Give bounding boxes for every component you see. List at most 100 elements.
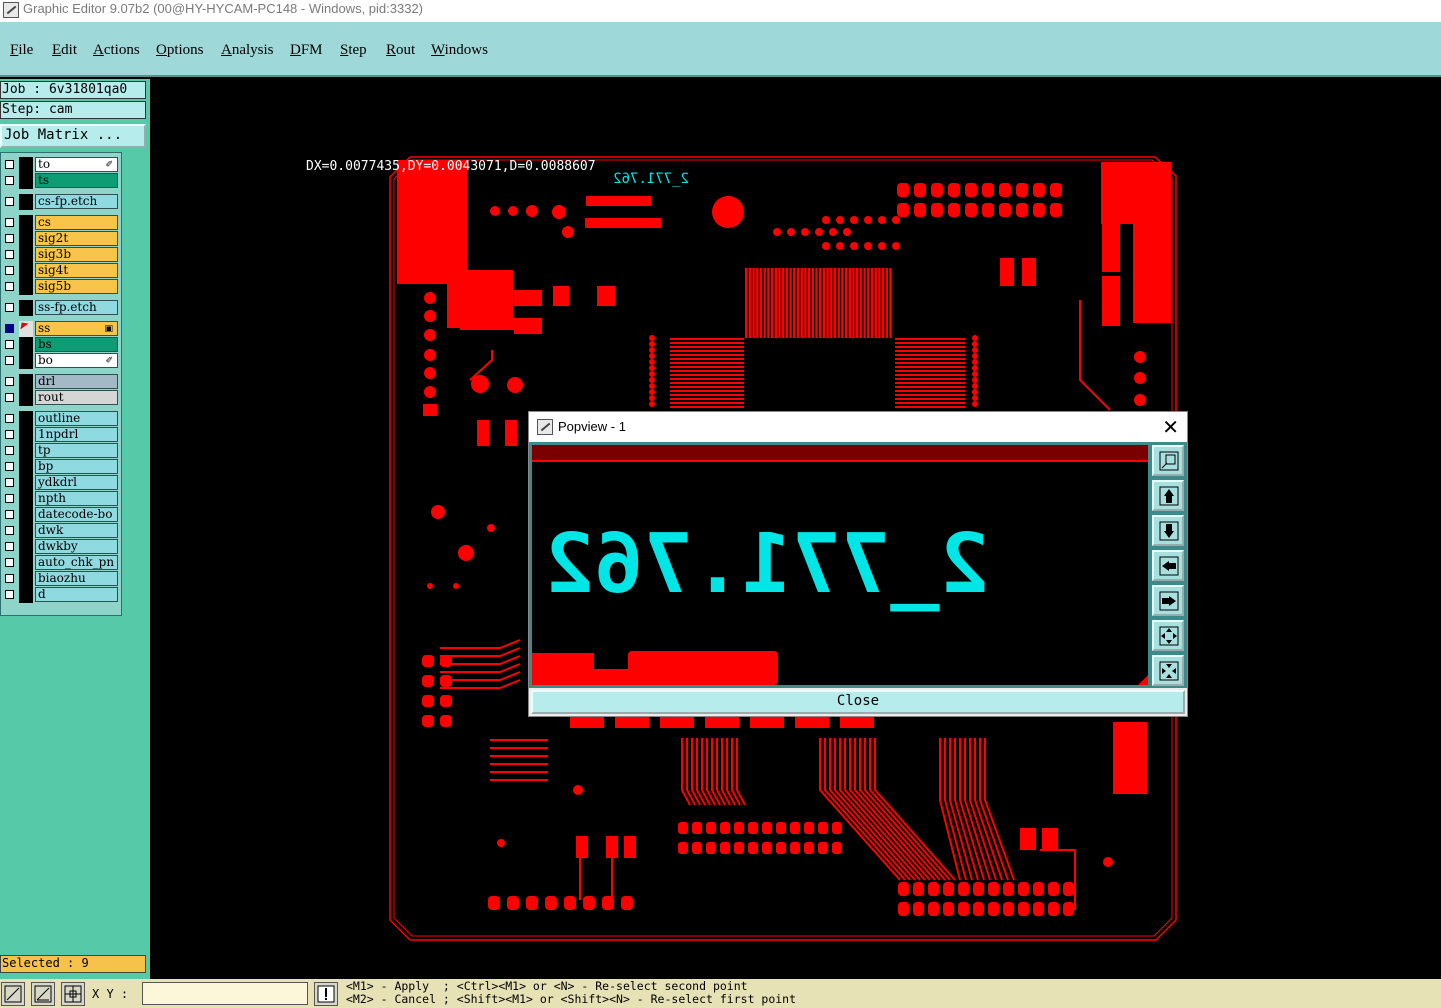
popview-close-button[interactable]: Close [531, 690, 1185, 714]
layer-name[interactable]: dwk [35, 523, 118, 538]
menu-analysis[interactable]: Analysis [221, 42, 274, 59]
layer-checkbox[interactable] [5, 414, 14, 423]
layer-display-toggle[interactable] [19, 523, 33, 539]
layer-name[interactable]: biaozhu [35, 571, 118, 586]
layer-row-cs-fp.etch[interactable]: cs-fp.etch [1, 194, 121, 210]
close-icon[interactable]: ✕ [1162, 415, 1179, 440]
layer-checkbox[interactable] [5, 430, 14, 439]
layer-display-toggle[interactable] [19, 353, 33, 369]
select-mode-button[interactable] [1, 982, 25, 1006]
layer-name[interactable]: auto_chk_pn [35, 555, 118, 570]
layer-checkbox[interactable] [5, 590, 14, 599]
layer-row-rout[interactable]: rout [1, 390, 121, 406]
layer-name[interactable]: ydkdrl [35, 475, 118, 490]
grid-button[interactable] [61, 982, 85, 1006]
layer-row-dwk[interactable]: dwk [1, 523, 121, 539]
layer-display-toggle[interactable] [19, 157, 33, 173]
layer-checkbox[interactable] [5, 160, 14, 169]
layer-row-1npdrl[interactable]: 1npdrl [1, 427, 121, 443]
layer-checkbox[interactable] [5, 282, 14, 291]
layer-row-npth[interactable]: npth [1, 491, 121, 507]
layer-name[interactable]: ts [35, 173, 118, 188]
menu-rout[interactable]: Rout [386, 42, 415, 59]
layer-checkbox[interactable] [5, 446, 14, 455]
layer-name[interactable]: sig3b [35, 247, 118, 262]
popview-titlebar[interactable]: Popview - 1 ✕ [529, 412, 1187, 442]
layer-display-toggle[interactable] [19, 475, 33, 491]
layer-row-datecode-bo[interactable]: datecode-bo [1, 507, 121, 523]
layer-row-to[interactable]: to ✐ [1, 157, 121, 173]
layer-row-bo[interactable]: bo ✐ [1, 353, 121, 369]
popview-viewport[interactable]: 2_771.762 [532, 445, 1148, 685]
menu-step[interactable]: Step [340, 42, 367, 59]
layer-row-cs[interactable]: cs [1, 215, 121, 231]
xy-input[interactable] [142, 982, 308, 1005]
layer-row-biaozhu[interactable]: biaozhu [1, 571, 121, 587]
layer-display-toggle[interactable] [19, 555, 33, 571]
layer-checkbox[interactable] [5, 462, 14, 471]
menu-edit[interactable]: Edit [52, 42, 77, 59]
layer-display-toggle[interactable] [19, 571, 33, 587]
work-layer-arrow-icon[interactable] [19, 321, 33, 337]
layer-row-drl[interactable]: drl [1, 374, 121, 390]
layer-checkbox[interactable] [5, 510, 14, 519]
layer-checkbox[interactable] [5, 324, 14, 333]
layer-display-toggle[interactable] [19, 300, 33, 316]
layer-display-toggle[interactable] [19, 427, 33, 443]
layer-display-toggle[interactable] [19, 459, 33, 475]
layer-checkbox[interactable] [5, 558, 14, 567]
menu-options[interactable]: Options [156, 42, 204, 59]
layer-display-toggle[interactable] [19, 215, 33, 231]
pan-down-button[interactable] [1152, 515, 1184, 546]
layer-checkbox[interactable] [5, 234, 14, 243]
layer-name[interactable]: cs-fp.etch [35, 194, 118, 209]
menu-actions[interactable]: Actions [93, 42, 140, 59]
layer-name[interactable]: outline [35, 411, 118, 426]
layer-display-toggle[interactable] [19, 374, 33, 390]
layer-row-ss[interactable]: ss ▣ [1, 321, 121, 337]
layer-name[interactable]: 1npdrl [35, 427, 118, 442]
layer-checkbox[interactable] [5, 526, 14, 535]
layer-display-toggle[interactable] [19, 411, 33, 427]
layer-row-sig5b[interactable]: sig5b [1, 279, 121, 295]
layer-checkbox[interactable] [5, 393, 14, 402]
layer-checkbox[interactable] [5, 176, 14, 185]
layer-display-toggle[interactable] [19, 194, 33, 210]
layer-row-outline[interactable]: outline [1, 411, 121, 427]
layer-checkbox[interactable] [5, 542, 14, 551]
layer-name[interactable]: bp [35, 459, 118, 474]
layer-name[interactable]: ss ▣ [35, 321, 118, 336]
layer-checkbox[interactable] [5, 574, 14, 583]
layer-display-toggle[interactable] [19, 390, 33, 406]
layer-checkbox[interactable] [5, 218, 14, 227]
layer-checkbox[interactable] [5, 377, 14, 386]
layer-display-toggle[interactable] [19, 491, 33, 507]
layer-name[interactable]: sig5b [35, 279, 118, 294]
layer-name[interactable]: drl [35, 374, 118, 389]
layer-name[interactable]: d [35, 587, 118, 602]
layer-display-toggle[interactable] [19, 443, 33, 459]
layer-row-ts[interactable]: ts [1, 173, 121, 189]
layer-row-tp[interactable]: tp [1, 443, 121, 459]
layer-name[interactable]: datecode-bo [35, 507, 118, 522]
layer-display-toggle[interactable] [19, 279, 33, 295]
layer-name[interactable]: rout [35, 390, 118, 405]
layer-name[interactable]: tp [35, 443, 118, 458]
layer-name[interactable]: bs [35, 337, 118, 352]
layer-checkbox[interactable] [5, 356, 14, 365]
layer-row-sig2t[interactable]: sig2t [1, 231, 121, 247]
pan-up-button[interactable] [1152, 480, 1184, 511]
layer-checkbox[interactable] [5, 303, 14, 312]
layer-name[interactable]: dwkby [35, 539, 118, 554]
layer-row-sig4t[interactable]: sig4t [1, 263, 121, 279]
layer-checkbox[interactable] [5, 340, 14, 349]
menu-windows[interactable]: Windows [431, 42, 488, 59]
layer-checkbox[interactable] [5, 266, 14, 275]
layer-name[interactable]: cs [35, 215, 118, 230]
pan-left-button[interactable] [1152, 550, 1184, 581]
layer-row-d[interactable]: d [1, 587, 121, 603]
layer-row-ydkdrl[interactable]: ydkdrl [1, 475, 121, 491]
layer-name[interactable]: sig4t [35, 263, 118, 278]
layer-checkbox[interactable] [5, 250, 14, 259]
layer-row-sig3b[interactable]: sig3b [1, 247, 121, 263]
